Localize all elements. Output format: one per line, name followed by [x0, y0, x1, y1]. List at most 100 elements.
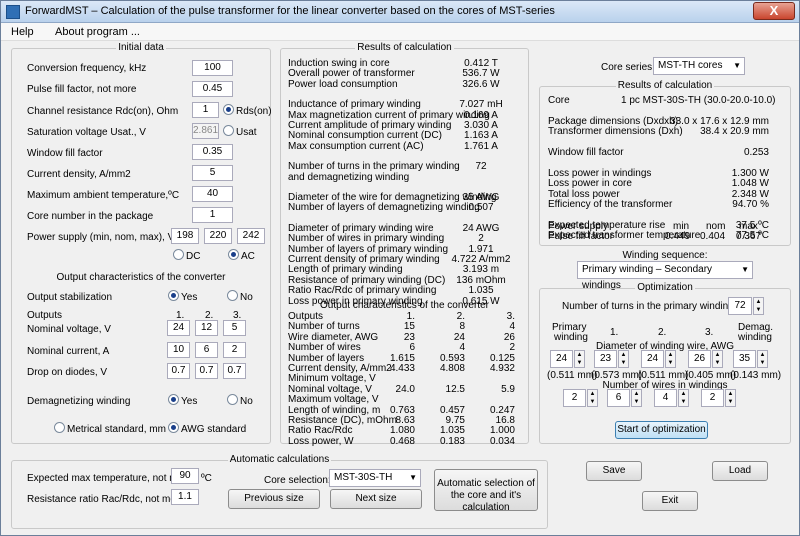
supply-max-input[interactable]: 242	[237, 228, 265, 244]
winding-seq-combo[interactable]: Primary winding – Secondary windings ▼	[577, 261, 753, 291]
result-value: 136 mOhm	[456, 274, 506, 286]
metric-radio[interactable]	[54, 422, 65, 433]
oc-cell: 0.468	[389, 435, 415, 447]
result-value: 1.163 A	[464, 130, 498, 142]
stab-no-label: No	[240, 292, 253, 303]
core-select-combo[interactable]: MST-30S-TH ▼	[329, 469, 421, 487]
nom-voltage-3[interactable]: 5	[223, 320, 246, 336]
opt-turns-spin[interactable]: ▲ ▼	[753, 297, 764, 315]
wires-input-3[interactable]: 4	[654, 389, 677, 407]
dia-spin-2[interactable]: ▲ ▼	[618, 350, 629, 368]
save-button[interactable]: Save	[586, 461, 642, 481]
core-series-label: Core series:	[601, 62, 655, 73]
dia-input-1[interactable]: 24	[550, 350, 573, 368]
usat-radio[interactable]	[223, 125, 234, 136]
nom-voltage-2[interactable]: 12	[195, 320, 218, 336]
wires-input-4[interactable]: 2	[701, 389, 724, 407]
oc-cell: 5.9	[501, 383, 515, 395]
nom-voltage-label: Nominal voltage, V	[27, 324, 111, 335]
opt-head-2: 2.	[658, 327, 667, 338]
ac-radio[interactable]	[228, 249, 239, 260]
rds-radio[interactable]	[223, 104, 234, 115]
temp-unit: ºC	[201, 473, 212, 484]
wires-spin-4[interactable]: ▲ ▼	[725, 389, 736, 407]
supply-nom-input[interactable]: 220	[204, 228, 232, 244]
result-label: Ratio Rac/Rdc of primary winding	[288, 285, 437, 297]
demag-no-radio[interactable]	[227, 394, 238, 405]
dc-radio[interactable]	[173, 249, 184, 260]
supply-min-input[interactable]: 198	[171, 228, 199, 244]
awg-radio[interactable]	[168, 422, 179, 433]
wires-spin-3[interactable]: ▲ ▼	[678, 389, 689, 407]
pulse-fill-min: 0.449	[665, 231, 691, 242]
ambient-temp-label: Maximum ambient temperature,ºC	[27, 190, 180, 201]
demag-yes-radio[interactable]	[168, 394, 179, 405]
result-label: Current amplitude of primary winding	[288, 120, 452, 131]
opt-turns-input[interactable]: 72	[728, 297, 752, 315]
core-values: 1 pc MST-30S-TH (30.0-20.0-10.0) 33.0 x 1…	[621, 95, 776, 241]
result-value: 3.193 m	[462, 264, 500, 276]
dia-input-4[interactable]: 26	[688, 350, 711, 368]
wires-spin-2[interactable]: ▲ ▼	[631, 389, 642, 407]
opt-head-1: 1.	[610, 327, 619, 338]
pulse-fill-label: Pulse fill factor	[548, 231, 614, 242]
dia-spin-1[interactable]: ▲ ▼	[574, 350, 585, 368]
wires-input-1[interactable]: 2	[563, 389, 586, 407]
dia-input-2[interactable]: 23	[594, 350, 617, 368]
result-label: Power load consumption	[288, 78, 398, 90]
initial-data-title: Initial data	[116, 42, 166, 53]
diode-drop-1[interactable]: 0.7	[167, 363, 190, 379]
load-button[interactable]: Load	[712, 461, 768, 481]
nom-current-2[interactable]: 6	[195, 342, 218, 358]
exit-button[interactable]: Exit	[642, 491, 698, 511]
core-number-label: Core number in the package	[27, 211, 154, 222]
result-value: 0.169 A	[464, 109, 498, 121]
auto-select-button[interactable]: Automatic selection of the core and it's…	[434, 469, 538, 513]
result-value: 2	[478, 233, 484, 245]
freq-input[interactable]: 100	[192, 60, 233, 76]
current-density-input[interactable]: 5	[192, 165, 233, 181]
temp-input[interactable]: 90	[171, 468, 199, 484]
previous-size-button[interactable]: Previous size	[228, 489, 320, 509]
close-button[interactable]: X	[753, 2, 795, 20]
dia-spin-3[interactable]: ▲ ▼	[665, 350, 676, 368]
dia-input-3[interactable]: 24	[641, 350, 664, 368]
diode-drop-2[interactable]: 0.7	[195, 363, 218, 379]
window-fill-input[interactable]: 0.35	[192, 144, 233, 160]
core-series-value: MST-TH cores	[658, 60, 723, 71]
nom-current-3[interactable]: 2	[223, 342, 246, 358]
ambient-temp-input[interactable]: 40	[192, 186, 233, 202]
nom-voltage-1[interactable]: 24	[167, 320, 190, 336]
wires-input-2[interactable]: 6	[607, 389, 630, 407]
menu-about[interactable]: About program ...	[55, 26, 140, 38]
oc-column-1: 1. 15 23 6 1.615 4.433 24.0 0.763 8.63 1.080 0.468	[381, 311, 415, 447]
menu-help[interactable]: Help	[11, 26, 34, 38]
oc-column-2: 2. 8 24 4 0.593 4.808 12.5 0.457 9.75 1.035 0.183	[431, 311, 465, 447]
output-title: Output characteristics of the converter	[56, 272, 226, 283]
stab-no-radio[interactable]	[227, 290, 238, 301]
app-icon	[6, 5, 20, 19]
nom-current-1[interactable]: 10	[167, 342, 190, 358]
diode-drop-3[interactable]: 0.7	[223, 363, 246, 379]
oc-cell: 4.433	[389, 362, 415, 374]
menu-bar: Help About program ...	[1, 23, 799, 41]
dia-spin-5[interactable]: ▲ ▼	[757, 350, 768, 368]
usat-input[interactable]: 2.861	[192, 123, 219, 139]
dia-spin-4[interactable]: ▲ ▼	[712, 350, 723, 368]
stab-yes-radio[interactable]	[168, 290, 179, 301]
oc-column-3: 3. 4 26 2 0.125 4.932 5.9 0.247 16.8 1.000 0.034	[481, 311, 515, 447]
wires-spin-1[interactable]: ▲ ▼	[587, 389, 598, 407]
core-number-input[interactable]: 1	[192, 207, 233, 223]
oc-cell	[381, 395, 415, 405]
fill-factor-input[interactable]: 0.45	[192, 81, 233, 97]
next-size-button[interactable]: Next size	[330, 489, 422, 509]
rdc-input[interactable]: 1	[192, 102, 219, 118]
ratio-input[interactable]: 1.1	[171, 489, 199, 505]
result-value: 536.7 W	[462, 68, 500, 80]
dia-input-5[interactable]: 35	[733, 350, 756, 368]
core-series-combo[interactable]: MST-TH cores ▼	[653, 57, 745, 75]
oc-cell	[431, 395, 465, 405]
chevron-down-icon: ▼	[409, 473, 417, 482]
start-optimization-button[interactable]: Start of optimization	[615, 421, 708, 439]
oc-cell: 2	[509, 342, 515, 354]
